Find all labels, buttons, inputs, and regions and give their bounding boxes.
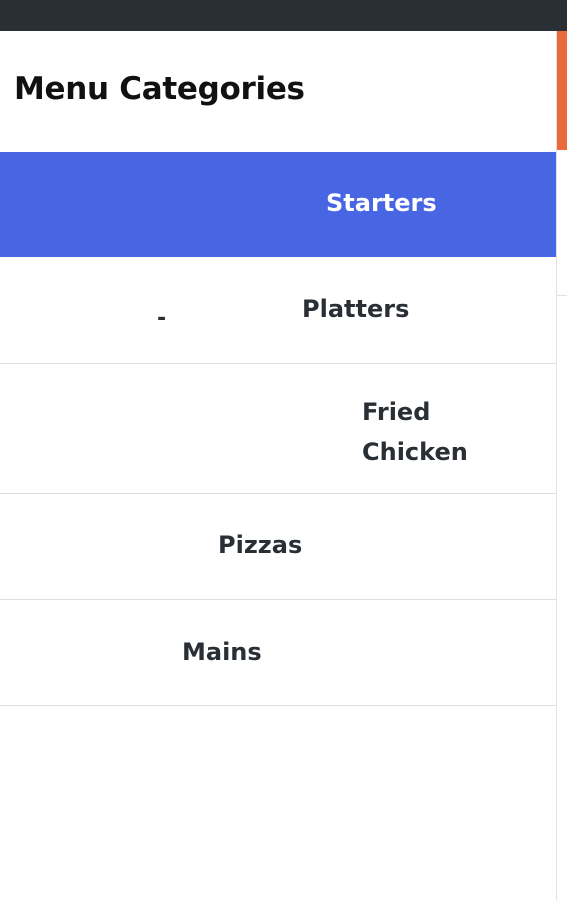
divider [557,295,567,296]
category-marker: - [157,306,167,331]
category-label: Platters [302,295,410,323]
menu-categories-panel: Menu Categories Starters - Platters Frie… [0,31,557,900]
top-bar [0,0,567,31]
panel-header: Menu Categories [0,31,556,153]
accent-bar [557,31,567,150]
category-item-starters[interactable]: Starters [0,152,556,257]
category-item-mains[interactable]: Mains [0,600,556,706]
category-item-pizzas[interactable]: Pizzas [0,494,556,600]
category-label: Fried Chicken [362,398,468,466]
category-label: Mains [182,638,262,666]
category-item-platters[interactable]: - Platters [0,257,556,364]
category-label: Pizzas [218,531,303,559]
side-panel-edge [557,31,567,900]
category-item-fried-chicken[interactable]: Fried Chicken [0,364,556,494]
page-title: Menu Categories [14,71,305,107]
category-label: Starters [326,189,437,217]
